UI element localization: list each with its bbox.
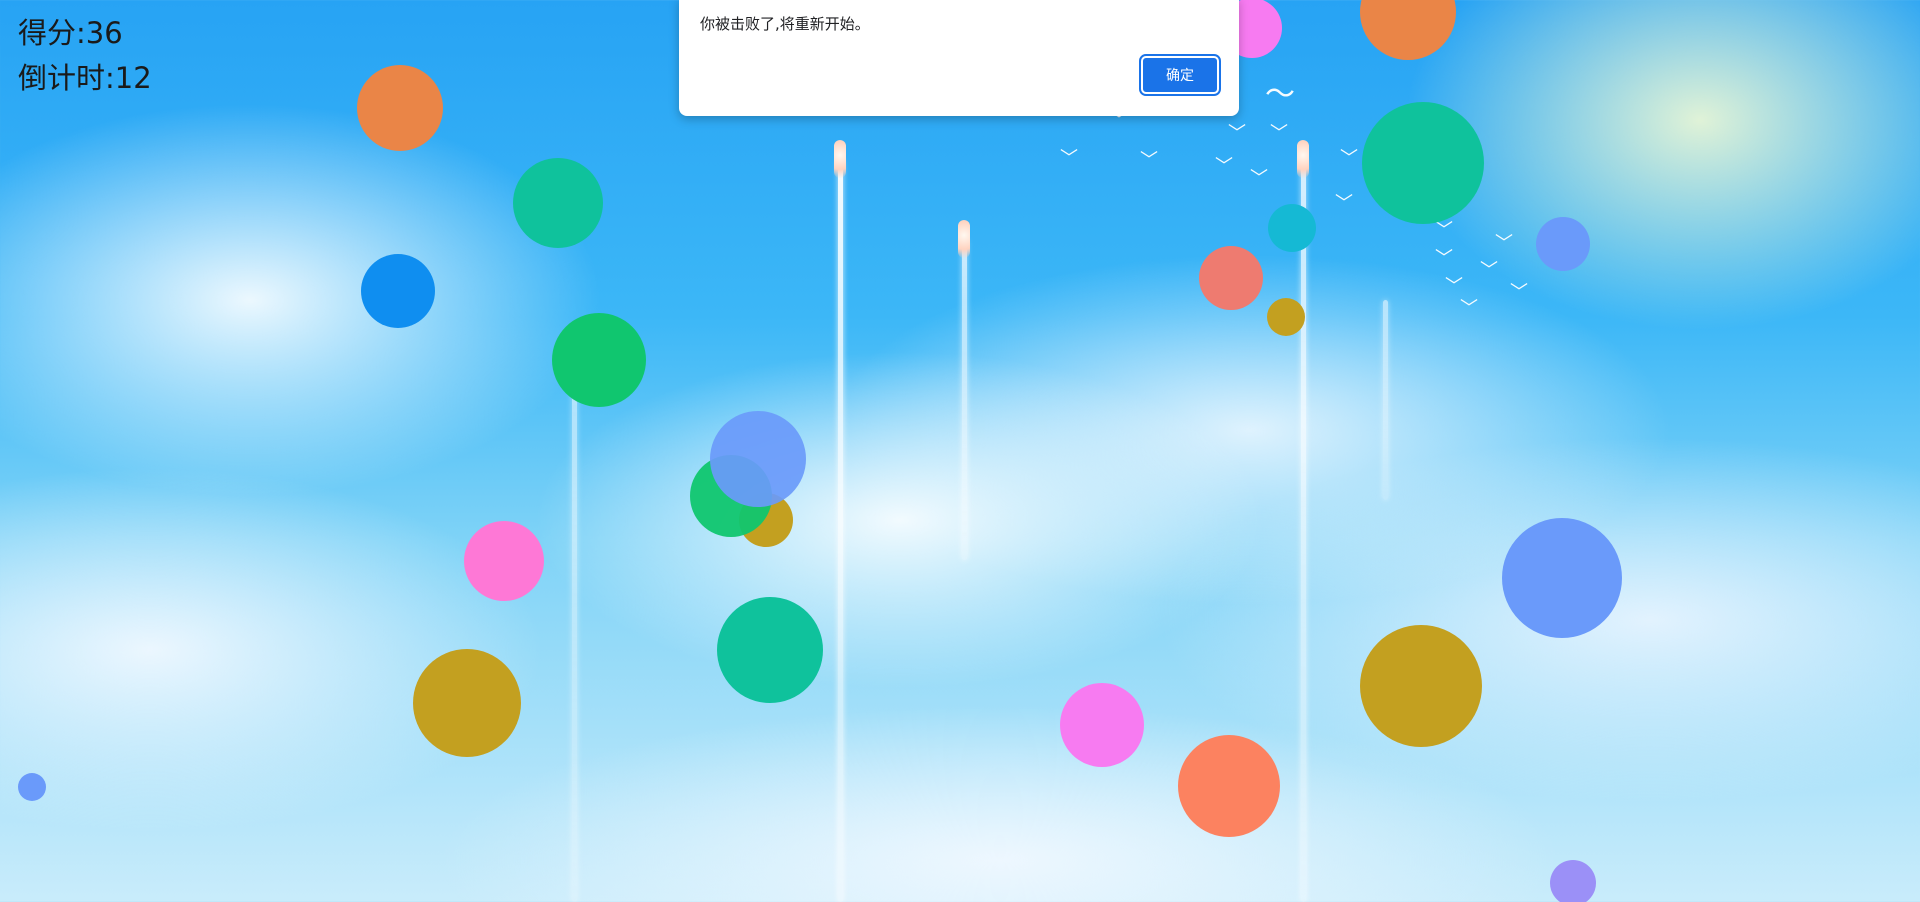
bird-icon: ﹀ [1140,150,1158,171]
bird-icon: ﹀ [1435,248,1453,269]
alert-message: 你被击败了,将重新开始。 [700,15,870,33]
bird-icon: ﹀ [1495,233,1513,254]
ball[interactable] [1178,735,1280,837]
bird-icon: ﹀ [1335,193,1353,214]
ball[interactable] [1267,298,1305,336]
bird-icon: ﹀ [1445,276,1463,297]
bird-icon: ﹀ [1250,168,1268,189]
firework-head [1297,140,1309,178]
ball[interactable] [464,521,544,601]
bird-icon: ﹀ [1510,282,1528,303]
ball[interactable] [1360,625,1482,747]
game-stage[interactable]: 〜 ﹀ ﹀ ﹀ ﹀ ﹀ ﹀ ﹀ ﹀ ﹀ ﹀ ﹀ ﹀ ﹀ ﹀ ﹀ ﹀ 得分:36 … [0,0,1920,902]
ball[interactable] [361,254,435,328]
bird-icon: ﹀ [1060,148,1078,169]
bird-icon: ﹀ [1460,298,1478,319]
ball[interactable] [413,649,521,757]
score-display: 得分:36 [18,16,123,50]
firework-head [958,220,970,258]
firework-streak [962,240,967,560]
bird-icon: 〜 [1265,77,1295,112]
firework-streak [1383,300,1388,500]
ball[interactable] [513,158,603,248]
firework-streak [1301,160,1306,902]
ball[interactable] [1550,860,1596,902]
alert-dialog: 你被击败了,将重新开始。 确定 [679,0,1239,116]
ball[interactable] [1362,102,1484,224]
ball[interactable] [710,411,806,507]
bird-icon: ﹀ [1340,148,1358,169]
ball[interactable] [18,773,46,801]
ball[interactable] [1268,204,1316,252]
ball[interactable] [1360,0,1456,60]
ball[interactable] [552,313,646,407]
bird-icon: ﹀ [1270,123,1288,144]
firework-streak [838,160,843,902]
bird-icon: ﹀ [1480,260,1498,281]
ball[interactable] [1502,518,1622,638]
bird-icon: ﹀ [1215,156,1233,177]
bird-icon: ﹀ [1228,123,1246,144]
firework-streak [572,380,577,902]
ball[interactable] [717,597,823,703]
countdown-display: 倒计时:12 [18,61,152,95]
ball[interactable] [1060,683,1144,767]
ball[interactable] [357,65,443,151]
bird-icon: ﹀ [1435,220,1453,241]
firework-head [834,140,846,178]
ball[interactable] [1536,217,1590,271]
ball[interactable] [1199,246,1263,310]
ok-button[interactable]: 确定 [1139,54,1221,96]
